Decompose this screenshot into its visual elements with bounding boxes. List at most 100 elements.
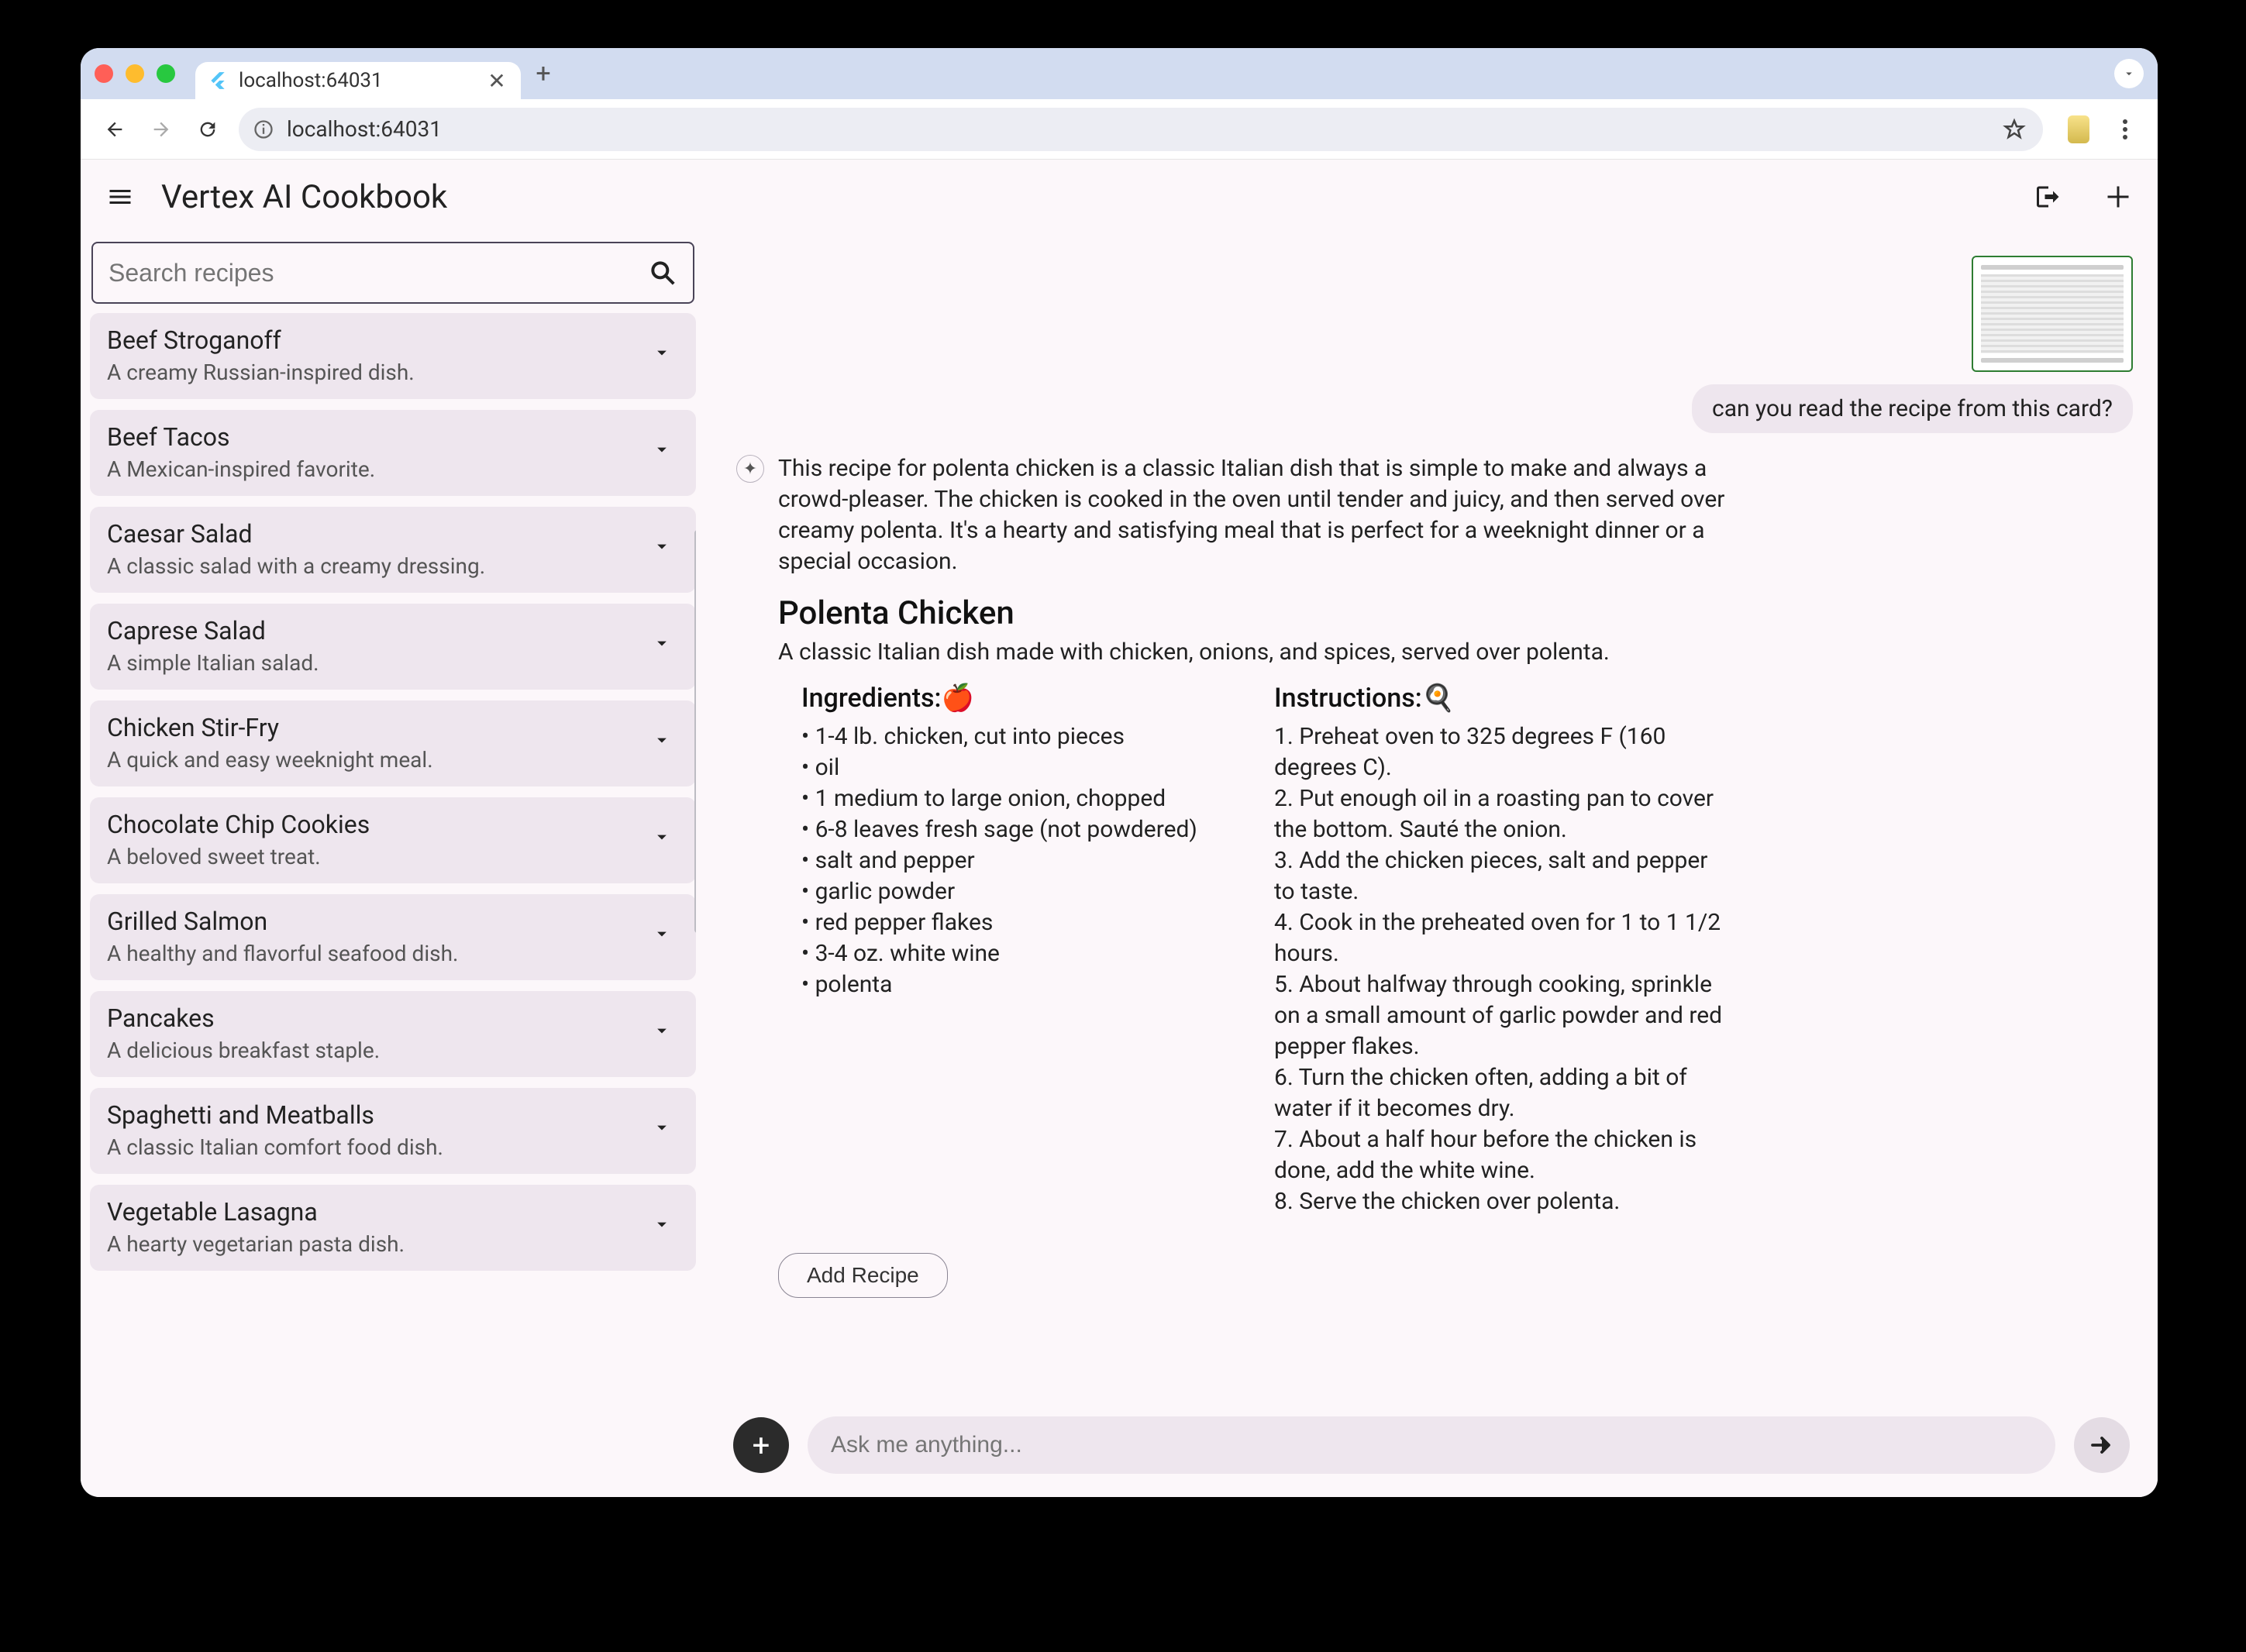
- browser-window: localhost:64031 ✕ + localhost:64031: [81, 48, 2158, 1497]
- attach-button[interactable]: +: [733, 1417, 789, 1473]
- flutter-icon: [208, 71, 228, 91]
- recipe-item-title: Spaghetti and Meatballs: [107, 1100, 642, 1130]
- recipe-item[interactable]: Caesar Salad A classic salad with a crea…: [90, 507, 696, 593]
- sidebar: Beef Stroganoff A creamy Russian-inspire…: [81, 234, 705, 1497]
- instruction-step: 4. Cook in the preheated oven for 1 to 1…: [1274, 907, 1724, 969]
- chevron-down-icon: [651, 923, 679, 951]
- chevron-down-icon: [651, 1117, 679, 1144]
- app-bar: Vertex AI Cookbook: [81, 160, 2158, 234]
- recipe-item[interactable]: Caprese Salad A simple Italian salad.: [90, 604, 696, 690]
- instruction-step: 6. Turn the chicken often, adding a bit …: [1274, 1062, 1724, 1124]
- recipe-item-desc: A Mexican-inspired favorite.: [107, 456, 642, 482]
- recipe-item[interactable]: Grilled Salmon A healthy and flavorful s…: [90, 894, 696, 980]
- recipe-item-title: Chicken Stir-Fry: [107, 713, 642, 742]
- browser-tabstrip: localhost:64031 ✕ +: [81, 48, 2158, 99]
- chevron-down-icon: [651, 439, 679, 466]
- chevron-down-icon: [651, 729, 679, 757]
- recipe-item-title: Vegetable Lasagna: [107, 1197, 642, 1227]
- uploaded-image-thumbnail[interactable]: [1972, 256, 2133, 372]
- recipe-item[interactable]: Pancakes A delicious breakfast staple.: [90, 991, 696, 1077]
- recipe-item-desc: A healthy and flavorful seafood dish.: [107, 941, 642, 966]
- chat-input-field[interactable]: [808, 1416, 2055, 1474]
- recipe-item-desc: A quick and easy weeknight meal.: [107, 747, 642, 773]
- tab-title: localhost:64031: [239, 69, 474, 92]
- recipe-item-desc: A classic salad with a creamy dressing.: [107, 553, 642, 579]
- instruction-step: 7. About a half hour before the chicken …: [1274, 1124, 1724, 1186]
- recipe-item-title: Beef Tacos: [107, 422, 642, 452]
- tabs-dropdown-button[interactable]: [2114, 59, 2144, 88]
- app-shell: Vertex AI Cookbook: [81, 160, 2158, 1497]
- scrollbar-thumb[interactable]: [694, 530, 696, 933]
- reload-button[interactable]: [192, 114, 223, 145]
- instruction-step: 2. Put enough oil in a roasting pan to c…: [1274, 783, 1724, 845]
- recipe-item-desc: A delicious breakfast staple.: [107, 1038, 642, 1063]
- drawer-menu-button[interactable]: [101, 177, 140, 216]
- recipe-item-title: Pancakes: [107, 1003, 642, 1033]
- back-button[interactable]: [99, 114, 130, 145]
- instruction-step: 8. Serve the chicken over polenta.: [1274, 1186, 1724, 1217]
- ingredient-line: • polenta: [801, 969, 1243, 1000]
- search-icon: [648, 258, 677, 287]
- recipe-item[interactable]: Spaghetti and Meatballs A classic Italia…: [90, 1088, 696, 1174]
- close-tab-button[interactable]: ✕: [485, 68, 508, 94]
- instructions-heading: Instructions:🍳: [1274, 683, 1724, 714]
- recipe-item[interactable]: Vegetable Lasagna A hearty vegetarian pa…: [90, 1185, 696, 1271]
- chevron-down-icon: [651, 826, 679, 854]
- app-title: Vertex AI Cookbook: [161, 178, 1998, 216]
- instruction-step: 1. Preheat oven to 325 degrees F (160 de…: [1274, 721, 1724, 783]
- window-controls: [95, 64, 175, 83]
- browser-menu-button[interactable]: [2111, 115, 2139, 143]
- recipe-item[interactable]: Chicken Stir-Fry A quick and easy weekni…: [90, 700, 696, 786]
- recipe-item-title: Chocolate Chip Cookies: [107, 810, 642, 839]
- recipe-item[interactable]: Beef Tacos A Mexican-inspired favorite.: [90, 410, 696, 496]
- ingredient-line: • 1-4 lb. chicken, cut into pieces: [801, 721, 1243, 752]
- close-window-button[interactable]: [95, 64, 113, 83]
- url-text: localhost:64031: [287, 116, 1990, 142]
- recipe-item[interactable]: Chocolate Chip Cookies A beloved sweet t…: [90, 797, 696, 883]
- logout-button[interactable]: [2029, 177, 2068, 216]
- recipe-item-desc: A beloved sweet treat.: [107, 844, 642, 869]
- search-input[interactable]: [109, 259, 639, 287]
- maximize-window-button[interactable]: [157, 64, 175, 83]
- bookmark-star-icon[interactable]: [2003, 118, 2026, 141]
- instruction-step: 3. Add the chicken pieces, salt and pepp…: [1274, 845, 1724, 907]
- ingredient-line: • 1 medium to large onion, chopped: [801, 783, 1243, 814]
- instruction-step: 5. About halfway through cooking, sprink…: [1274, 969, 1724, 1062]
- recipe-list[interactable]: Beef Stroganoff A creamy Russian-inspire…: [90, 313, 696, 1497]
- ingredient-line: • red pepper flakes: [801, 907, 1243, 938]
- recipe-title: Polenta Chicken: [778, 594, 2133, 632]
- recipe-item-desc: A classic Italian comfort food dish.: [107, 1134, 642, 1160]
- ingredient-line: • garlic powder: [801, 876, 1243, 907]
- minimize-window-button[interactable]: [126, 64, 144, 83]
- ingredient-line: • oil: [801, 752, 1243, 783]
- ingredient-line: • 3-4 oz. white wine: [801, 938, 1243, 969]
- forward-button[interactable]: [146, 114, 177, 145]
- extension-icon[interactable]: [2065, 115, 2093, 143]
- chevron-down-icon: [651, 1020, 679, 1048]
- new-tab-button[interactable]: +: [527, 57, 560, 90]
- recipe-subtitle: A classic Italian dish made with chicken…: [778, 638, 2133, 666]
- sparkle-icon[interactable]: ✦: [736, 455, 764, 483]
- chat-input-bar: +: [705, 1402, 2158, 1497]
- recipe-item-desc: A simple Italian salad.: [107, 650, 642, 676]
- ingredient-line: • 6-8 leaves fresh sage (not powdered): [801, 814, 1243, 845]
- add-button[interactable]: [2099, 177, 2137, 216]
- send-button[interactable]: [2074, 1417, 2130, 1473]
- recipe-item-title: Beef Stroganoff: [107, 325, 642, 355]
- recipe-item[interactable]: Beef Stroganoff A creamy Russian-inspire…: [90, 313, 696, 399]
- recipe-item-desc: A hearty vegetarian pasta dish.: [107, 1231, 642, 1257]
- search-recipes-field[interactable]: [91, 242, 694, 304]
- chevron-down-icon: [651, 1213, 679, 1241]
- address-bar[interactable]: localhost:64031: [239, 108, 2043, 151]
- recipe-card: Polenta Chicken A classic Italian dish m…: [778, 594, 2133, 1217]
- chevron-down-icon: [651, 535, 679, 563]
- chevron-down-icon: [651, 632, 679, 660]
- chat-input[interactable]: [831, 1432, 2032, 1458]
- ingredients-heading: Ingredients:🍎: [801, 683, 1243, 714]
- recipe-item-desc: A creamy Russian-inspired dish.: [107, 360, 642, 385]
- browser-tab[interactable]: localhost:64031 ✕: [195, 62, 521, 99]
- user-message: can you read the recipe from this card?: [1692, 384, 2133, 433]
- assistant-message: This recipe for polenta chicken is a cla…: [778, 453, 1739, 577]
- browser-toolbar: localhost:64031: [81, 99, 2158, 160]
- add-recipe-button[interactable]: Add Recipe: [778, 1253, 948, 1298]
